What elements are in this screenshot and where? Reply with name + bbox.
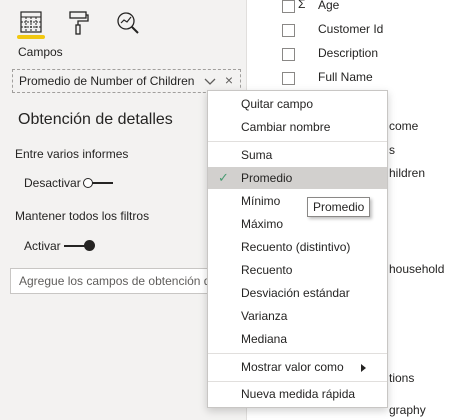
field-name: Full Name bbox=[318, 70, 373, 84]
menu-item-label: Recuento (distintivo) bbox=[241, 240, 351, 254]
field-name: Description bbox=[318, 46, 379, 60]
field-name-partial[interactable]: household bbox=[389, 262, 444, 276]
field-item-description[interactable]: Description bbox=[282, 45, 472, 65]
fields-section-label: Campos bbox=[18, 45, 63, 59]
menu-separator bbox=[208, 353, 387, 354]
checkmark-icon: ✓ bbox=[218, 170, 229, 185]
menu-item-average[interactable]: ✓ Promedio bbox=[208, 167, 387, 189]
fields-well-icon bbox=[20, 11, 42, 33]
analytics-tab[interactable] bbox=[110, 8, 144, 38]
pane-tabs bbox=[14, 8, 144, 39]
menu-item-rename[interactable]: Cambiar nombre bbox=[208, 116, 387, 138]
menu-item-label: Nueva medida rápida bbox=[241, 387, 356, 401]
menu-item-remove-field[interactable]: Quitar campo bbox=[208, 93, 387, 115]
menu-item-sum[interactable]: Suma bbox=[208, 144, 387, 166]
remove-field-icon[interactable]: × bbox=[225, 72, 233, 88]
menu-item-label: Quitar campo bbox=[241, 97, 314, 111]
drillthrough-title: Obtención de detalles bbox=[18, 111, 173, 128]
field-checkbox[interactable] bbox=[282, 24, 295, 37]
menu-item-label: Cambiar nombre bbox=[241, 120, 331, 134]
field-name-partial[interactable]: graphy bbox=[389, 403, 426, 417]
cross-report-toggle-label: Desactivar bbox=[24, 176, 81, 190]
keep-filters-label: Mantener todos los filtros bbox=[15, 209, 150, 223]
menu-item-count[interactable]: Recuento bbox=[208, 259, 387, 281]
fields-tab[interactable] bbox=[14, 8, 48, 39]
chevron-down-icon[interactable] bbox=[204, 75, 216, 87]
keep-filters-toggle-label: Activar bbox=[24, 239, 61, 253]
field-name-partial[interactable]: tions bbox=[389, 371, 414, 385]
paint-roller-icon bbox=[69, 11, 89, 35]
format-tab[interactable] bbox=[62, 8, 96, 38]
menu-item-label: Máximo bbox=[241, 217, 284, 231]
menu-item-count-distinct[interactable]: Recuento (distintivo) bbox=[208, 236, 387, 258]
field-name: Customer Id bbox=[318, 22, 384, 36]
menu-item-label: Recuento bbox=[241, 263, 293, 277]
field-item-age[interactable]: Σ Age bbox=[282, 0, 472, 17]
toggle-knob bbox=[83, 178, 93, 188]
menu-item-label: Desviación estándar bbox=[241, 286, 350, 300]
analytics-magnifier-icon bbox=[117, 12, 139, 34]
menu-item-median[interactable]: Mediana bbox=[208, 328, 387, 350]
tooltip: Promedio bbox=[307, 197, 371, 217]
menu-item-label: Mínimo bbox=[241, 194, 281, 208]
cross-report-toggle[interactable] bbox=[83, 178, 113, 188]
field-name-partial[interactable]: hildren bbox=[389, 166, 425, 180]
field-item-full-name[interactable]: Full Name bbox=[282, 69, 472, 89]
menu-item-label: Mediana bbox=[241, 332, 288, 346]
field-checkbox[interactable] bbox=[282, 0, 295, 13]
keep-filters-toggle[interactable] bbox=[64, 240, 96, 252]
menu-separator bbox=[208, 381, 387, 382]
menu-item-std-dev[interactable]: Desviación estándar bbox=[208, 282, 387, 304]
menu-item-show-value-as[interactable]: Mostrar valor como bbox=[208, 356, 387, 378]
sigma-icon: Σ bbox=[298, 0, 306, 11]
toggle-track bbox=[64, 245, 86, 247]
field-checkbox[interactable] bbox=[282, 72, 295, 85]
submenu-arrow-icon bbox=[361, 364, 366, 372]
context-menu: Quitar campo Cambiar nombre Suma ✓ Prome… bbox=[207, 90, 388, 408]
menu-item-label: Promedio bbox=[241, 171, 293, 185]
toggle-knob bbox=[84, 240, 95, 251]
menu-item-new-quick-measure[interactable]: Nueva medida rápida bbox=[208, 383, 387, 405]
field-well-value: Promedio de Number of Children bbox=[19, 74, 195, 88]
toggle-track bbox=[91, 182, 113, 184]
menu-item-label: Mostrar valor como bbox=[241, 360, 344, 374]
field-name: Age bbox=[318, 0, 340, 12]
field-name-partial[interactable]: s bbox=[389, 143, 395, 157]
menu-separator bbox=[208, 141, 387, 142]
field-checkbox[interactable] bbox=[282, 48, 295, 61]
field-item-customer-id[interactable]: Customer Id bbox=[282, 21, 472, 41]
menu-item-variance[interactable]: Varianza bbox=[208, 305, 387, 327]
menu-item-label: Suma bbox=[241, 148, 273, 162]
cross-report-label: Entre varios informes bbox=[15, 147, 129, 161]
field-name-partial[interactable]: come bbox=[389, 119, 418, 133]
menu-item-label: Varianza bbox=[241, 309, 288, 323]
